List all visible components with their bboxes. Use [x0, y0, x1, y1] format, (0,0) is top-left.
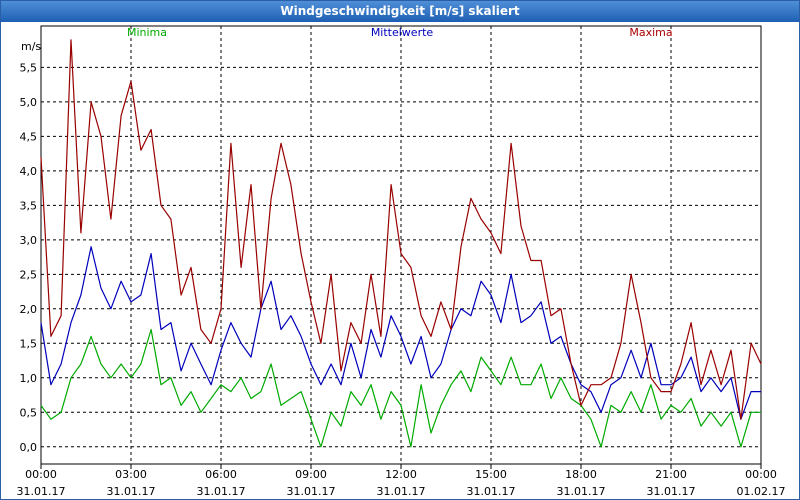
- grid: [41, 26, 761, 464]
- chart-window: Windgeschwindigkeit [m/s] skaliert 0,0 0,…: [0, 0, 800, 500]
- x-tick-date: 01.02.17: [737, 485, 786, 498]
- x-tick-date: 31.01.17: [377, 485, 426, 498]
- x-tick-time: 15:00: [475, 468, 507, 481]
- legend-mittelwerte: Mittelwerte: [371, 26, 434, 39]
- y-tick-label: 2,0: [20, 303, 38, 316]
- x-tick-time: 21:00: [655, 468, 687, 481]
- x-tick-date: 31.01.17: [197, 485, 246, 498]
- x-tick-date: 31.01.17: [287, 485, 336, 498]
- wind-speed-chart: 0,0 0,5 1,0 1,5 2,0 2,5 3,0 3,5 4,0 4,5 5,0 5,5 00:0…: [17, 25, 786, 498]
- y-tick-label: 5,0: [20, 96, 38, 109]
- y-tick-label: 0,5: [20, 406, 38, 419]
- y-tick-label: 3,0: [20, 234, 38, 247]
- x-tick-time: 06:00: [205, 468, 237, 481]
- legend-maxima: Maxima: [629, 26, 672, 39]
- x-tick-time: 12:00: [385, 468, 417, 481]
- x-tick-time: 09:00: [295, 468, 327, 481]
- x-tick-time: 00:00: [25, 468, 57, 481]
- y-tick-label: 1,0: [20, 372, 38, 385]
- x-tick-date: 31.01.17: [647, 485, 696, 498]
- y-tick-label: 5,5: [20, 61, 38, 74]
- y-tick-label: 4,0: [20, 165, 38, 178]
- y-axis-label: m/s: [21, 40, 41, 53]
- x-tick-time: 03:00: [115, 468, 147, 481]
- y-tick-label: 3,5: [20, 199, 38, 212]
- x-tick-date: 31.01.17: [17, 485, 66, 498]
- y-tick-label: 1,5: [20, 337, 38, 350]
- y-tick-label: 0,0: [20, 441, 38, 454]
- window-title: Windgeschwindigkeit [m/s] skaliert: [1, 1, 799, 22]
- y-tick-label: 4,5: [20, 130, 38, 143]
- y-tick-label: 2,5: [20, 268, 38, 281]
- x-tick-time: 00:00: [745, 468, 777, 481]
- legend-minima: Minima: [127, 26, 167, 39]
- x-tick-date: 31.01.17: [107, 485, 156, 498]
- x-tick-date: 31.01.17: [557, 485, 606, 498]
- x-tick-date: 31.01.17: [467, 485, 516, 498]
- x-tick-time: 18:00: [565, 468, 597, 481]
